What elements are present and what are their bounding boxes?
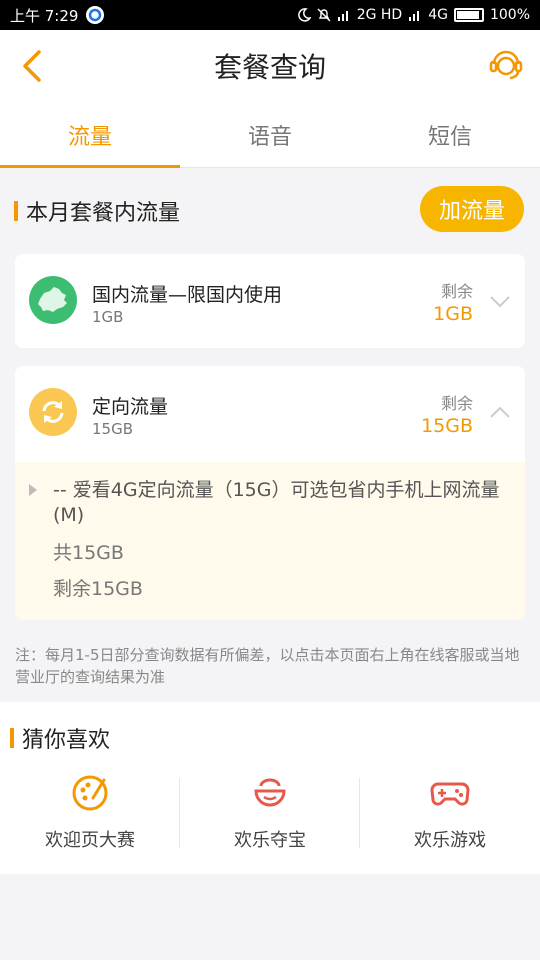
recommendation-label: 欢乐夺宝	[234, 830, 306, 851]
section-marker	[10, 728, 14, 748]
tab-bar: 流量 语音 短信	[0, 102, 540, 168]
mute-bell-icon	[317, 8, 331, 22]
tab-data[interactable]: 流量	[0, 102, 180, 168]
network-label: 2G HD	[356, 7, 403, 23]
back-arrow-icon	[23, 50, 41, 82]
chevron-down-icon[interactable]	[489, 290, 511, 312]
section-title: 本月套餐内流量	[14, 196, 180, 226]
customer-service-icon	[489, 50, 523, 80]
network-label-2: 4G	[428, 7, 448, 23]
plan-detail: -- 爱看4G定向流量（15G）可选包省内手机上网流量(M) 共15GB 剩余1…	[15, 462, 525, 620]
tab-voice[interactable]: 语音	[180, 102, 360, 167]
signal-icon-2	[409, 11, 420, 21]
plan-row[interactable]: 定向流量 15GB 剩余 15GB	[15, 366, 525, 460]
recommendation-happy-treasure[interactable]: 欢乐夺宝	[180, 774, 360, 851]
chevron-up-icon[interactable]	[489, 402, 511, 424]
status-bar: 上午 7:29 2G HD 4G 100%	[0, 0, 540, 30]
customer-service-button[interactable]	[486, 44, 526, 84]
section-title-text: 本月套餐内流量	[26, 201, 181, 226]
tab-sms[interactable]: 短信	[360, 102, 540, 167]
moon-icon	[297, 8, 311, 22]
detail-remaining: 剩余15GB	[53, 578, 143, 600]
plan-total: 15GB	[92, 420, 134, 438]
recommendations-section: 猜你喜欢 欢迎页大赛 欢乐夺宝 欢乐游戏	[0, 702, 540, 874]
recommendations-title-text: 猜你喜欢	[22, 728, 111, 753]
china-map-icon	[29, 276, 77, 324]
detail-name: -- 爱看4G定向流量（15G）可选包省内手机上网流量(M)	[53, 479, 500, 526]
battery-icon	[453, 8, 484, 22]
recommendation-label: 欢迎页大赛	[45, 830, 135, 851]
plan-name: 定向流量	[92, 396, 169, 418]
disclaimer-note: 注：每月1-5日部分查询数据有所偏差，以点击本页面右上角在线客服或当地营业厅的查…	[15, 646, 520, 686]
expand-triangle-icon[interactable]	[29, 484, 37, 496]
plan-row[interactable]: 国内流量—限国内使用 1GB 剩余 1GB	[15, 254, 525, 348]
remaining-label: 剩余	[440, 394, 473, 413]
qq-browser-icon	[86, 6, 105, 24]
refresh-icon	[29, 388, 77, 436]
recommendation-welcome-contest[interactable]: 欢迎页大赛	[0, 774, 180, 851]
recommendation-label: 欢乐游戏	[414, 830, 486, 851]
plan-total: 1GB	[92, 308, 124, 326]
status-time: 上午 7:29	[10, 6, 79, 25]
detail-total: 共15GB	[53, 542, 124, 564]
remaining-label: 剩余	[440, 282, 473, 301]
treasure-bowl-icon	[250, 774, 290, 812]
plan-card-domestic[interactable]: 国内流量—限国内使用 1GB 剩余 1GB	[15, 254, 525, 348]
gamepad-icon	[430, 774, 470, 812]
add-data-button[interactable]: 加流量	[420, 186, 524, 232]
recommendation-happy-games[interactable]: 欢乐游戏	[360, 774, 540, 851]
palette-icon	[70, 774, 110, 812]
remaining-value: 1GB	[433, 303, 473, 325]
remaining-value: 15GB	[421, 415, 473, 437]
section-marker	[14, 201, 18, 221]
signal-icon	[337, 11, 348, 21]
plan-name: 国内流量—限国内使用	[92, 284, 283, 306]
recommendations-title: 猜你喜欢	[10, 722, 110, 754]
page-title: 套餐查询	[213, 51, 326, 84]
back-button[interactable]	[14, 46, 50, 86]
header: 套餐查询	[0, 30, 540, 102]
battery-level: 100%	[489, 7, 530, 23]
plan-card-directed[interactable]: 定向流量 15GB 剩余 15GB -- 爱看4G定向流量（15G）可选包省内手…	[15, 366, 525, 620]
